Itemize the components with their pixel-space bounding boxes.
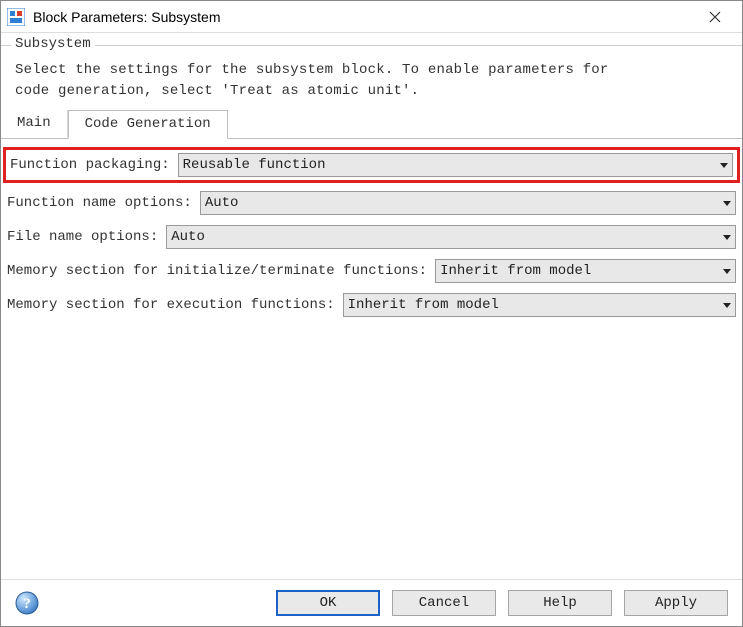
label-mem-exec: Memory section for execution functions: [7,297,339,313]
select-mem-exec[interactable]: Inherit from model [343,293,736,317]
select-function-packaging[interactable]: Reusable function [178,153,733,177]
label-mem-init: Memory section for initialize/terminate … [7,263,431,279]
chevron-down-icon [723,201,731,206]
close-button[interactable] [694,2,736,32]
select-value: Inherit from model [440,263,719,279]
ok-button[interactable]: OK [276,590,380,616]
button-bar: ? OK Cancel Help Apply [1,579,742,626]
label-file-name-options: File name options: [7,229,162,245]
row-file-name-options: File name options: Auto [7,225,736,249]
dialog-window: Block Parameters: Subsystem Subsystem Se… [0,0,743,627]
window-title: Block Parameters: Subsystem [33,9,694,25]
select-value: Auto [171,229,719,245]
select-value: Inherit from model [348,297,719,313]
description-text: Select the settings for the subsystem bl… [1,46,742,108]
svg-text:?: ? [23,596,31,612]
window-icon [7,8,25,26]
row-function-packaging: Function packaging: Reusable function [3,147,740,183]
tab-code-generation[interactable]: Code Generation [68,110,228,139]
chevron-down-icon [723,235,731,240]
select-value: Auto [205,195,719,211]
tab-content: Function packaging: Reusable function Fu… [1,139,742,335]
group-title: Subsystem [11,36,95,52]
row-mem-exec: Memory section for execution functions: … [7,293,736,317]
chevron-down-icon [723,269,731,274]
chevron-down-icon [723,303,731,308]
row-mem-init: Memory section for initialize/terminate … [7,259,736,283]
select-function-name-options[interactable]: Auto [200,191,736,215]
help-icon[interactable]: ? [15,591,39,615]
select-value: Reusable function [183,157,716,173]
help-button[interactable]: Help [508,590,612,616]
apply-button[interactable]: Apply [624,590,728,616]
label-function-packaging: Function packaging: [10,157,174,173]
chevron-down-icon [720,163,728,168]
content-area: Subsystem Select the settings for the su… [1,33,742,579]
tab-strip: Main Code Generation [1,110,742,139]
row-function-name-options: Function name options: Auto [7,191,736,215]
cancel-button[interactable]: Cancel [392,590,496,616]
tab-main[interactable]: Main [1,110,68,138]
select-mem-init[interactable]: Inherit from model [435,259,736,283]
subsystem-group: Subsystem Select the settings for the su… [1,45,742,579]
select-file-name-options[interactable]: Auto [166,225,736,249]
titlebar: Block Parameters: Subsystem [1,1,742,33]
label-function-name-options: Function name options: [7,195,196,211]
